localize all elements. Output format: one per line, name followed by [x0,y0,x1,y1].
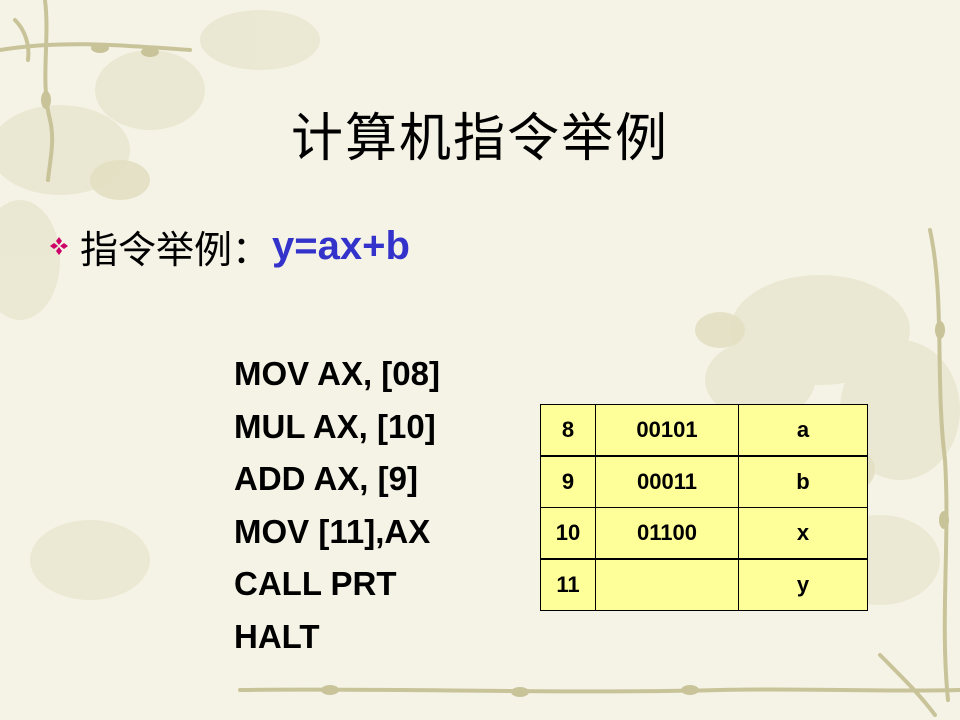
code-line: MOV [11],AX [234,512,431,550]
memory-value: 00101 [595,404,739,457]
code-line: CALL PRT [234,565,397,603]
table-row: 9 00011 b [540,455,868,508]
code-line: HALT [234,617,320,655]
memory-address: 8 [540,404,596,457]
table-row: 11 y [540,558,868,611]
memory-address: 9 [540,455,596,508]
variable-name: b [738,455,868,508]
code-block: MOV AX, [08] MUL AX, [10] ADD AX, [9] MO… [234,348,440,664]
memory-table: 8 00101 a 9 00011 b 10 01100 x 11 y [540,404,868,611]
diamond-bullet-icon [50,237,68,255]
memory-address: 10 [540,507,596,560]
memory-value: 00011 [595,455,739,508]
variable-name: x [738,507,868,560]
variable-name: a [738,404,868,457]
formula: y=ax+b [272,223,410,268]
slide-title: 计算机指令举例 [290,109,669,169]
variable-name: y [738,558,868,611]
memory-value [595,558,739,611]
bullet-item: 指令举例： y=ax+b [48,218,410,274]
code-line: MUL AX, [10] [234,407,436,445]
memory-value: 01100 [595,507,739,560]
bullet-label: 指令举例： [80,227,271,272]
table-row: 8 00101 a [540,404,868,457]
code-line: ADD AX, [9] [234,460,418,498]
table-row: 10 01100 x [540,507,868,560]
memory-address: 11 [540,558,596,611]
code-line: MOV AX, [08] [234,355,440,392]
